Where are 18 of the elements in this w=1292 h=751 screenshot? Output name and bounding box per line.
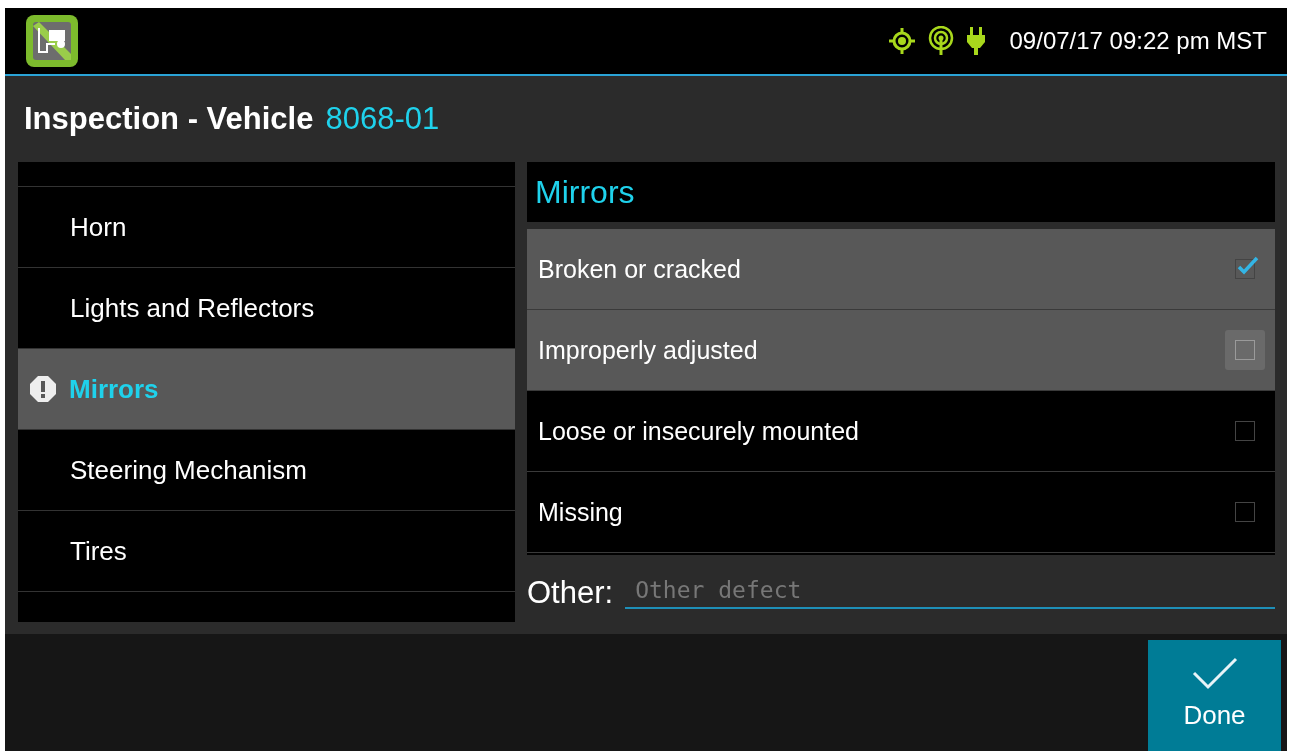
other-defect-field[interactable]: Other defect <box>625 577 1275 609</box>
done-button[interactable]: Done <box>1148 640 1281 751</box>
vehicle-number: 8068-01 <box>325 101 440 137</box>
app-logo-icon[interactable] <box>25 14 79 68</box>
checkbox[interactable] <box>1235 421 1255 441</box>
checkbox[interactable] <box>1235 502 1255 522</box>
warning-icon <box>29 375 57 403</box>
checkbox[interactable] <box>1235 340 1255 360</box>
panel-title: Mirrors <box>527 162 1275 222</box>
status-datetime: 09/07/17 09:22 pm MST <box>1009 27 1267 55</box>
plug-icon <box>965 27 986 55</box>
gps-icon <box>887 27 916 55</box>
defect-row[interactable]: Improperly adjusted <box>527 310 1275 391</box>
page-title: Inspection - Vehicle <box>24 101 314 137</box>
other-label: Other: <box>527 575 614 611</box>
checkmark-icon <box>1191 656 1238 690</box>
category-item[interactable]: Mirrors <box>18 349 515 430</box>
defect-row[interactable]: Broken or cracked <box>527 229 1275 310</box>
